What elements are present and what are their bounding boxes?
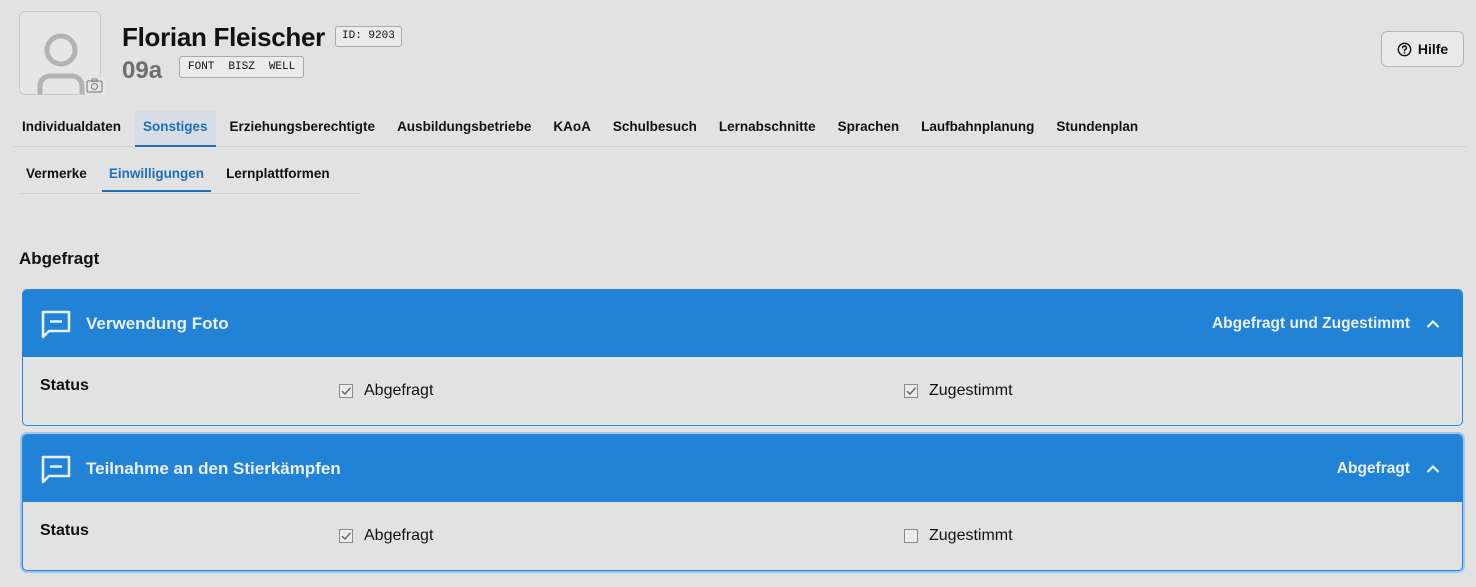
tab-sonstiges[interactable]: Sonstiges [135,111,216,147]
status-label: Status [40,377,89,394]
camera-icon[interactable] [85,77,105,95]
question-circle-icon [1397,42,1412,56]
sub-tabs: Vermerke Einwilligungen Lernplattformen [19,158,361,194]
tab-ausbildungsbetriebe[interactable]: Ausbildungsbetriebe [389,111,539,147]
student-tags: FONT BISZ WELL [179,56,305,78]
zugestimmt-checkbox[interactable]: Zugestimmt [904,527,1013,545]
consent-title: Verwendung Foto [86,313,229,333]
comment-icon [41,310,71,338]
tab-sprachen[interactable]: Sprachen [830,111,908,147]
checkbox-unchecked-icon[interactable] [904,529,918,543]
consent-card-body: Status Abgefragt Zugestimmt [23,357,1462,425]
student-class: 09a [122,57,163,84]
checkbox-checked-icon[interactable] [904,384,918,398]
consent-status-summary: Abgefragt [1336,459,1410,477]
consent-card: Verwendung Foto Abgefragt und Zugestimmt… [22,289,1463,426]
student-name: Florian Fleischer [122,22,325,52]
consent-status-summary: Abgefragt und Zugestimmt [1211,314,1410,332]
tab-individualdaten[interactable]: Individualdaten [14,111,129,147]
tag: BISZ [228,61,255,73]
tab-schulbesuch[interactable]: Schulbesuch [605,111,705,147]
tag: FONT [188,61,215,73]
checkbox-checked-icon[interactable] [339,384,353,398]
comment-icon [41,455,71,483]
chevron-up-icon[interactable] [1426,464,1440,474]
chevron-up-icon[interactable] [1426,319,1440,329]
help-button[interactable]: Hilfe [1381,31,1464,67]
abgefragt-checkbox[interactable]: Abgefragt [339,527,433,545]
tab-laufbahnplanung[interactable]: Laufbahnplanung [913,111,1042,147]
consent-title: Teilnahme an den Stierkämpfen [86,458,341,478]
help-label: Hilfe [1417,41,1449,57]
consent-card-header[interactable]: Teilnahme an den Stierkämpfen Abgefragt [23,435,1462,502]
zugestimmt-label: Zugestimmt [929,382,1013,399]
status-label: Status [40,522,89,539]
subtab-lernplattformen[interactable]: Lernplattformen [219,158,337,192]
subtab-einwilligungen[interactable]: Einwilligungen [101,158,212,192]
section-title: Abgefragt [19,249,100,268]
tag: WELL [268,61,296,73]
checkbox-checked-icon[interactable] [339,529,353,543]
abgefragt-label: Abgefragt [364,527,434,544]
abgefragt-checkbox[interactable]: Abgefragt [339,382,433,400]
tab-stundenplan[interactable]: Stundenplan [1048,111,1146,147]
consent-card-body: Status Abgefragt Zugestimmt [23,502,1462,570]
student-id-badge: ID: 9203 [335,26,402,47]
tab-erziehungsberechtigte[interactable]: Erziehungsberechtigte [222,111,384,147]
zugestimmt-label: Zugestimmt [929,527,1013,544]
tab-kaoa[interactable]: KAoA [545,111,599,147]
consent-card-header[interactable]: Verwendung Foto Abgefragt und Zugestimmt [23,290,1462,357]
abgefragt-label: Abgefragt [364,382,434,399]
tab-lernabschnitte[interactable]: Lernabschnitte [711,111,824,147]
main-tabs: Individualdaten Sonstiges Erziehungsbere… [14,111,1466,147]
consent-card: Teilnahme an den Stierkämpfen Abgefragt … [22,434,1463,571]
zugestimmt-checkbox[interactable]: Zugestimmt [904,382,1013,400]
subtab-vermerke[interactable]: Vermerke [19,158,94,192]
